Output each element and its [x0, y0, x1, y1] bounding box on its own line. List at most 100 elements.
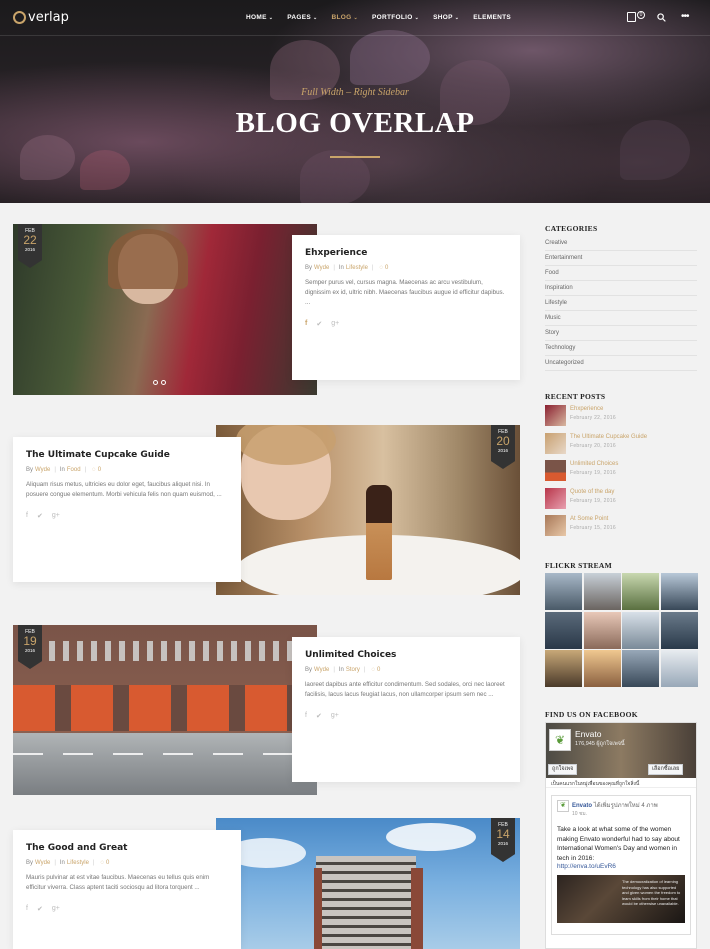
google-plus-icon[interactable]: g+ — [52, 512, 60, 520]
recent-post-thumb[interactable] — [545, 432, 566, 454]
facebook-page-name[interactable]: Envato — [575, 729, 601, 739]
facebook-post-author[interactable]: Envato ได้เพิ่มรูปภาพใหม่ 4 ภาพ — [572, 800, 658, 810]
post-image-building[interactable] — [216, 818, 520, 949]
flickr-photo[interactable] — [660, 650, 698, 687]
category-item[interactable]: Inspiration — [545, 281, 697, 296]
nav-blog[interactable]: BLOG ⌄ — [331, 14, 357, 21]
post-card: The Good and Great By Wyde | In Lifestyle … — [13, 830, 241, 949]
facebook-post-author-name[interactable]: Envato — [572, 803, 592, 809]
facebook-shop-button[interactable]: เลือกซื้อเลย — [648, 764, 684, 775]
post-title[interactable]: The Good and Great — [26, 843, 228, 853]
envato-leaf-icon[interactable]: ❦ — [557, 800, 569, 812]
google-plus-icon[interactable]: g+ — [331, 320, 339, 328]
post-title[interactable]: Unlimited Choices — [305, 650, 507, 660]
more-menu-icon[interactable]: ••• — [681, 12, 689, 22]
recent-post-date: February 20, 2016 — [570, 442, 616, 449]
nav-home[interactable]: HOME ⌄ — [246, 14, 273, 21]
flickr-photo[interactable] — [583, 611, 621, 649]
flickr-photo[interactable] — [545, 650, 582, 687]
cart-icon[interactable] — [627, 12, 636, 22]
flickr-photo[interactable] — [583, 650, 621, 687]
post-author-link[interactable]: Wyde — [35, 860, 50, 866]
slider-dots[interactable] — [153, 380, 166, 385]
flickr-photo[interactable] — [583, 573, 621, 610]
post-category-link[interactable]: Story — [346, 667, 360, 673]
logo-text: verlap — [28, 10, 69, 25]
site-logo[interactable]: verlap — [13, 10, 69, 25]
slider-dot[interactable] — [153, 380, 158, 385]
flickr-photo[interactable] — [545, 611, 582, 649]
date-year: 2016 — [24, 247, 35, 252]
post-comments-count[interactable]: 0 — [106, 860, 109, 866]
search-icon[interactable] — [657, 13, 666, 22]
recent-post-thumb[interactable] — [545, 405, 566, 426]
category-item[interactable]: Entertainment — [545, 251, 697, 266]
post-author-link[interactable]: Wyde — [35, 467, 50, 473]
category-item[interactable]: Technology — [545, 341, 697, 356]
facebook-post-image-caption: The democratization of learning technolo… — [622, 879, 681, 906]
recent-post-title[interactable]: At Some Point — [570, 516, 616, 522]
post-image-cupcake[interactable] — [216, 425, 520, 595]
post-image-woman[interactable] — [13, 224, 317, 395]
post-comments-count[interactable]: 0 — [377, 667, 380, 673]
twitter-icon[interactable]: ✔ — [316, 320, 322, 328]
recent-post-thumb[interactable] — [545, 487, 566, 509]
post-category-link[interactable]: Food — [67, 467, 81, 473]
facebook-icon[interactable]: f — [305, 712, 307, 720]
recent-post-date: February 19, 2016 — [570, 497, 616, 504]
twitter-icon[interactable]: ✔ — [37, 905, 43, 913]
meta-in-label: In — [59, 467, 65, 473]
recent-post-item[interactable]: At Some Point February 15, 2016 — [545, 515, 697, 543]
post-author-link[interactable]: Wyde — [314, 265, 329, 271]
category-item[interactable]: Food — [545, 266, 697, 281]
flickr-photo[interactable] — [622, 573, 659, 610]
twitter-icon[interactable]: ✔ — [316, 712, 322, 720]
recent-post-title[interactable]: Quote of the day — [570, 489, 616, 495]
facebook-icon[interactable]: f — [26, 512, 28, 520]
post-image-firestation[interactable] — [13, 625, 317, 795]
recent-post-item[interactable]: Unlimited Choices February 19, 2016 — [545, 460, 697, 488]
post-category-link[interactable]: Lifestyle — [67, 860, 89, 866]
twitter-icon[interactable]: ✔ — [37, 512, 43, 520]
category-item[interactable]: Uncategorized — [545, 356, 697, 371]
post-author-link[interactable]: Wyde — [314, 667, 329, 673]
recent-post-item[interactable]: Ehxperience February 22, 2016 — [545, 405, 697, 433]
facebook-icon[interactable]: f — [305, 320, 307, 328]
flickr-photo[interactable] — [545, 573, 582, 610]
category-item[interactable]: Story — [545, 326, 697, 341]
share-icons: f ✔ g+ — [305, 320, 507, 328]
recent-post-thumb[interactable] — [545, 460, 566, 481]
facebook-post-link[interactable]: http://enva.to/uEvR6 — [557, 863, 685, 870]
category-item[interactable]: Creative — [545, 236, 697, 251]
recent-post-item[interactable]: Quote of the day February 19, 2016 — [545, 487, 697, 516]
post-comments-count[interactable]: 0 — [98, 467, 101, 473]
post-comments-count[interactable]: 0 — [385, 265, 388, 271]
nav-pages[interactable]: PAGES ⌄ — [287, 14, 317, 21]
nav-elements[interactable]: ELEMENTS — [473, 14, 511, 21]
recent-post-item[interactable]: The Ultimate Cupcake Guide February 20, 2… — [545, 432, 697, 461]
flickr-photo[interactable] — [660, 573, 698, 610]
flickr-photo[interactable] — [622, 611, 659, 649]
facebook-icon[interactable]: f — [26, 905, 28, 913]
google-plus-icon[interactable]: g+ — [331, 712, 339, 720]
post-image-detail — [316, 856, 416, 949]
category-item[interactable]: Lifestyle — [545, 296, 697, 311]
nav-shop[interactable]: SHOP ⌄ — [433, 14, 459, 21]
slider-dot[interactable] — [161, 380, 166, 385]
nav-portfolio[interactable]: PORTFOLIO ⌄ — [372, 14, 419, 21]
recent-posts-heading: RECENT POSTS — [545, 392, 606, 401]
google-plus-icon[interactable]: g+ — [52, 905, 60, 913]
envato-leaf-icon[interactable]: ❦ — [549, 729, 571, 751]
facebook-like-button[interactable]: ถูกใจเพจ — [548, 764, 578, 775]
facebook-post-image[interactable]: The democratization of learning technolo… — [557, 875, 685, 923]
flickr-photo[interactable] — [622, 650, 659, 687]
post-title[interactable]: Ehxperience — [305, 248, 507, 258]
recent-post-title[interactable]: Unlimited Choices — [570, 461, 618, 467]
post-title[interactable]: The Ultimate Cupcake Guide — [26, 450, 228, 460]
recent-post-title[interactable]: The Ultimate Cupcake Guide — [570, 434, 647, 440]
recent-post-thumb[interactable] — [545, 515, 566, 536]
post-category-link[interactable]: Lifestyle — [346, 265, 368, 271]
flickr-photo[interactable] — [660, 611, 698, 649]
category-item[interactable]: Music — [545, 311, 697, 326]
recent-post-title[interactable]: Ehxperience — [570, 406, 616, 412]
